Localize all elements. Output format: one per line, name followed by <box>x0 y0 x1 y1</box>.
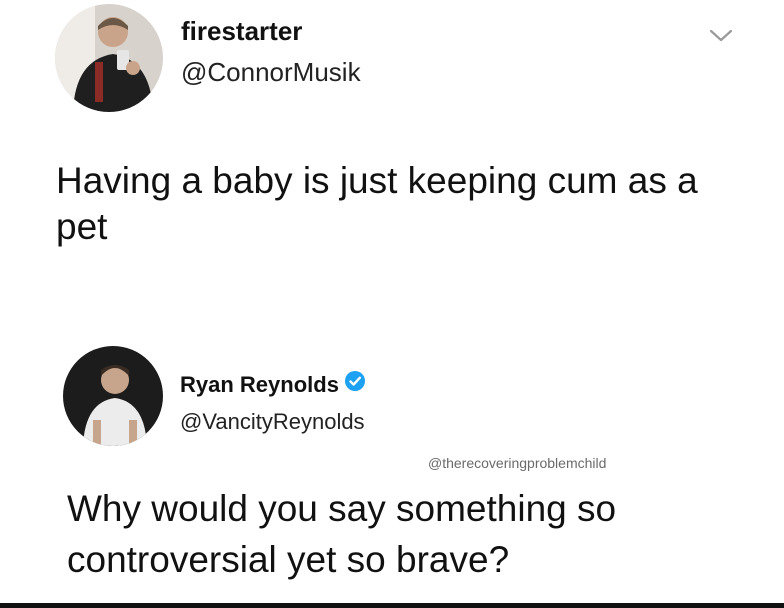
avatar-ryan-reynolds[interactable] <box>63 346 163 446</box>
watermark: @therecoveringproblemchild <box>428 455 607 471</box>
bottom-edge <box>0 603 784 608</box>
chevron-down-icon[interactable] <box>708 27 734 45</box>
tweet-text: Having a baby is just keeping cum as a p… <box>56 160 698 248</box>
user-handle[interactable]: @ConnorMusik <box>181 57 361 88</box>
avatar-photo-icon <box>63 346 163 446</box>
avatar-photo-icon <box>55 4 163 112</box>
display-name[interactable]: Ryan Reynolds <box>180 370 366 400</box>
avatar-firestarter[interactable] <box>55 4 163 112</box>
verified-badge-icon <box>344 370 366 398</box>
user-handle[interactable]: @VancityReynolds <box>180 409 365 435</box>
display-name[interactable]: firestarter <box>181 16 302 47</box>
display-name-text: Ryan Reynolds <box>180 372 339 397</box>
tweet-text: Why would you say something so controver… <box>67 488 617 581</box>
